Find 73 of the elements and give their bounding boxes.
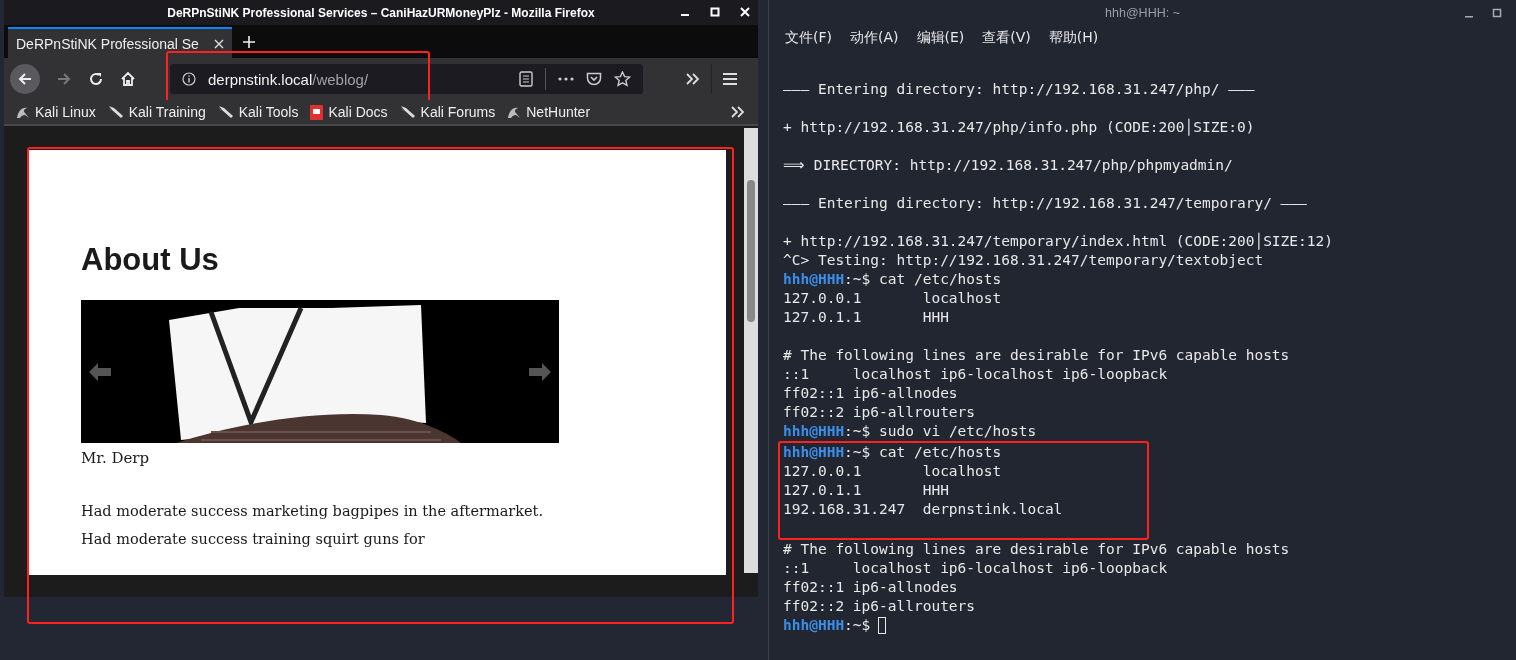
terminal-line: ^C> Testing: http://192.168.31.247/temporary/textobject: [783, 252, 1264, 268]
info-icon[interactable]: [182, 72, 196, 86]
window-title: DeRPnStiNK Professional Services – CaniHazURMoneyPlz - Mozilla Firefox: [167, 5, 595, 20]
star-icon[interactable]: [614, 71, 631, 87]
terminal-line: ff02::1 ip6-allnodes: [783, 579, 958, 595]
terminal-line: + http://192.168.31.247/temporary/index.html (CODE:200│SIZE:12): [783, 233, 1333, 249]
terminal-line: # The following lines are desirable for IPv6 capable hosts: [783, 347, 1290, 363]
address-bar[interactable]: derpnstink.local/weblog/: [170, 64, 643, 94]
terminal-line: 192.168.31.247 derpnstink.local: [783, 501, 1063, 517]
new-tab-icon[interactable]: [242, 35, 256, 49]
terminal-line: # The following lines are desirable for IPv6 capable hosts: [783, 541, 1290, 557]
overflow-icon[interactable]: [685, 72, 701, 86]
home-icon[interactable]: [120, 71, 136, 87]
overflow-icon[interactable]: [730, 105, 746, 119]
prompt-path: :~$: [844, 617, 871, 633]
url-text: derpnstink.local/weblog/: [208, 70, 370, 88]
knife-icon: [217, 105, 234, 119]
prompt-path: :~$: [844, 423, 871, 439]
terminal-line: ff02::1 ip6-allnodes: [783, 385, 958, 401]
prompt-user: hhh@HHH: [783, 271, 845, 287]
reload-icon[interactable]: [88, 71, 104, 87]
paragraph: Had moderate success marketing bagpipes in the aftermarket. Had moderate success training squirt guns for: [81, 502, 545, 549]
page-heading: About Us: [81, 242, 220, 278]
terminal-line: + http://192.168.31.247/php/info.php (CODE:200│SIZE:0): [783, 119, 1255, 135]
more-icon[interactable]: [558, 77, 574, 81]
close-icon[interactable]: [214, 38, 224, 49]
terminal-line: 127.0.1.1 HHH: [783, 309, 949, 325]
image-caption: Mr. Derp: [81, 449, 151, 467]
prompt-path: :~$: [844, 444, 871, 460]
previous-arrow-icon[interactable]: [89, 363, 111, 381]
terminal-line: ff02::2 ip6-allrouters: [783, 598, 976, 614]
back-button[interactable]: [10, 64, 40, 94]
document-icon: [310, 104, 324, 120]
dragon-icon: [507, 105, 522, 119]
terminal-line: ::1 localhost ip6-localhost ip6-loopback: [783, 366, 1168, 382]
bookmark-item[interactable]: NetHunter: [507, 104, 591, 120]
terminal-command: cat /etc/hosts: [878, 271, 1002, 287]
prompt-user: hhh@HHH: [783, 423, 845, 439]
terminal-command: cat /etc/hosts: [878, 444, 1002, 460]
terminal-line: ff02::2 ip6-allrouters: [783, 404, 976, 420]
terminal-line: 127.0.0.1 localhost: [783, 463, 1002, 479]
prompt-path: :~$: [844, 271, 871, 287]
scrollbar[interactable]: [744, 128, 758, 573]
menu-item[interactable]: 动作(A): [850, 29, 899, 62]
bookmark-item[interactable]: Kali Docs: [310, 104, 388, 120]
prompt-user: hhh@HHH: [783, 444, 845, 460]
prompt-user: hhh@HHH: [783, 617, 845, 633]
terminal-line: ::1 localhost ip6-localhost ip6-loopback: [783, 560, 1168, 576]
menu-item[interactable]: 编辑(E): [916, 29, 965, 62]
knife-icon: [107, 105, 124, 119]
menu-item[interactable]: 文件(F): [785, 29, 832, 62]
terminal-line: ⟹ DIRECTORY: http://192.168.31.247/php/phpmyadmin/: [783, 157, 1233, 173]
menu-item[interactable]: 查看(V): [982, 29, 1031, 62]
terminal-line: ——— Entering directory: http://192.168.31.247/temporary/ ———: [783, 195, 1307, 211]
pocket-icon[interactable]: [586, 71, 602, 87]
dragon-icon: [16, 105, 30, 119]
next-arrow-icon[interactable]: [529, 363, 551, 381]
bookmark-item[interactable]: Kali Training: [107, 104, 206, 120]
reader-view-icon[interactable]: [519, 71, 533, 87]
terminal-line: ——— Entering directory: http://192.168.31.247/php/ ———: [783, 81, 1255, 97]
window-title: hhh@HHH: ~: [1105, 6, 1180, 20]
terminal-line: 127.0.0.1 localhost: [783, 290, 1002, 306]
knife-icon: [399, 105, 416, 119]
menu-item[interactable]: 帮助(H): [1048, 29, 1099, 62]
terminal-line: 127.0.1.1 HHH: [783, 482, 949, 498]
menu-icon[interactable]: [722, 72, 738, 86]
browser-tab[interactable]: DeRPnStiNK Professional Se: [8, 27, 232, 58]
back-arrow-icon: [17, 71, 33, 87]
bookmark-item[interactable]: Kali Linux: [16, 104, 96, 120]
terminal-command: sudo vi /etc/hosts: [878, 423, 1037, 439]
bookmark-item[interactable]: Kali Forums: [399, 104, 496, 120]
maximize-icon[interactable]: [1492, 8, 1502, 18]
bookmark-item[interactable]: Kali Tools: [217, 104, 299, 120]
